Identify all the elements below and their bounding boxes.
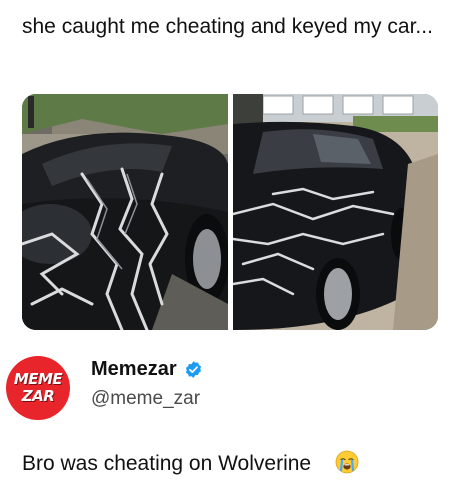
verified-badge-icon [185, 361, 202, 378]
author-block: MEME ZAR Memezar @meme_zar [0, 350, 460, 420]
author-handle[interactable]: @meme_zar [91, 388, 200, 410]
keyed-car-side-photo[interactable] [233, 94, 438, 330]
author-name[interactable]: Memezar [91, 358, 177, 381]
avatar[interactable]: MEME ZAR [6, 356, 70, 420]
tweet-text: Bro was cheating on Wolverine [22, 452, 312, 475]
avatar-text-line1: MEME [13, 370, 63, 388]
avatar-text-line2: ZAR [21, 387, 55, 405]
post-caption: she caught me cheating and keyed my car.… [22, 15, 433, 38]
keyed-car-front-photo[interactable] [22, 94, 228, 330]
loudly-crying-face-icon [335, 450, 359, 474]
